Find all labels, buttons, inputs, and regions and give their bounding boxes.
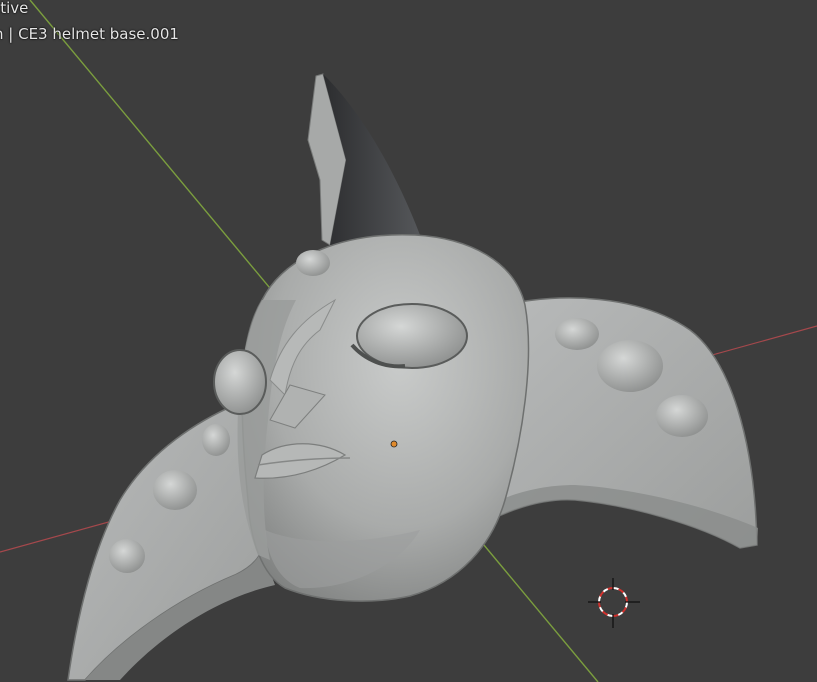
stud xyxy=(555,318,599,350)
stud xyxy=(597,340,663,392)
3d-cursor-icon[interactable] xyxy=(588,578,640,628)
right-wing xyxy=(489,297,758,549)
left-eye xyxy=(213,349,267,415)
view-label: ctive xyxy=(0,0,29,17)
stud xyxy=(202,424,230,456)
helmet-mesh[interactable] xyxy=(67,73,758,681)
3d-viewport[interactable] xyxy=(0,0,817,682)
collection-object-label: n | CE3 helmet base.001 xyxy=(0,25,179,43)
object-origin-icon[interactable] xyxy=(390,440,398,448)
right-eye xyxy=(356,303,468,369)
stud xyxy=(109,539,145,573)
forehead-stud xyxy=(296,250,330,276)
stud xyxy=(153,470,197,510)
left-wing xyxy=(67,404,263,681)
stud xyxy=(656,395,708,437)
